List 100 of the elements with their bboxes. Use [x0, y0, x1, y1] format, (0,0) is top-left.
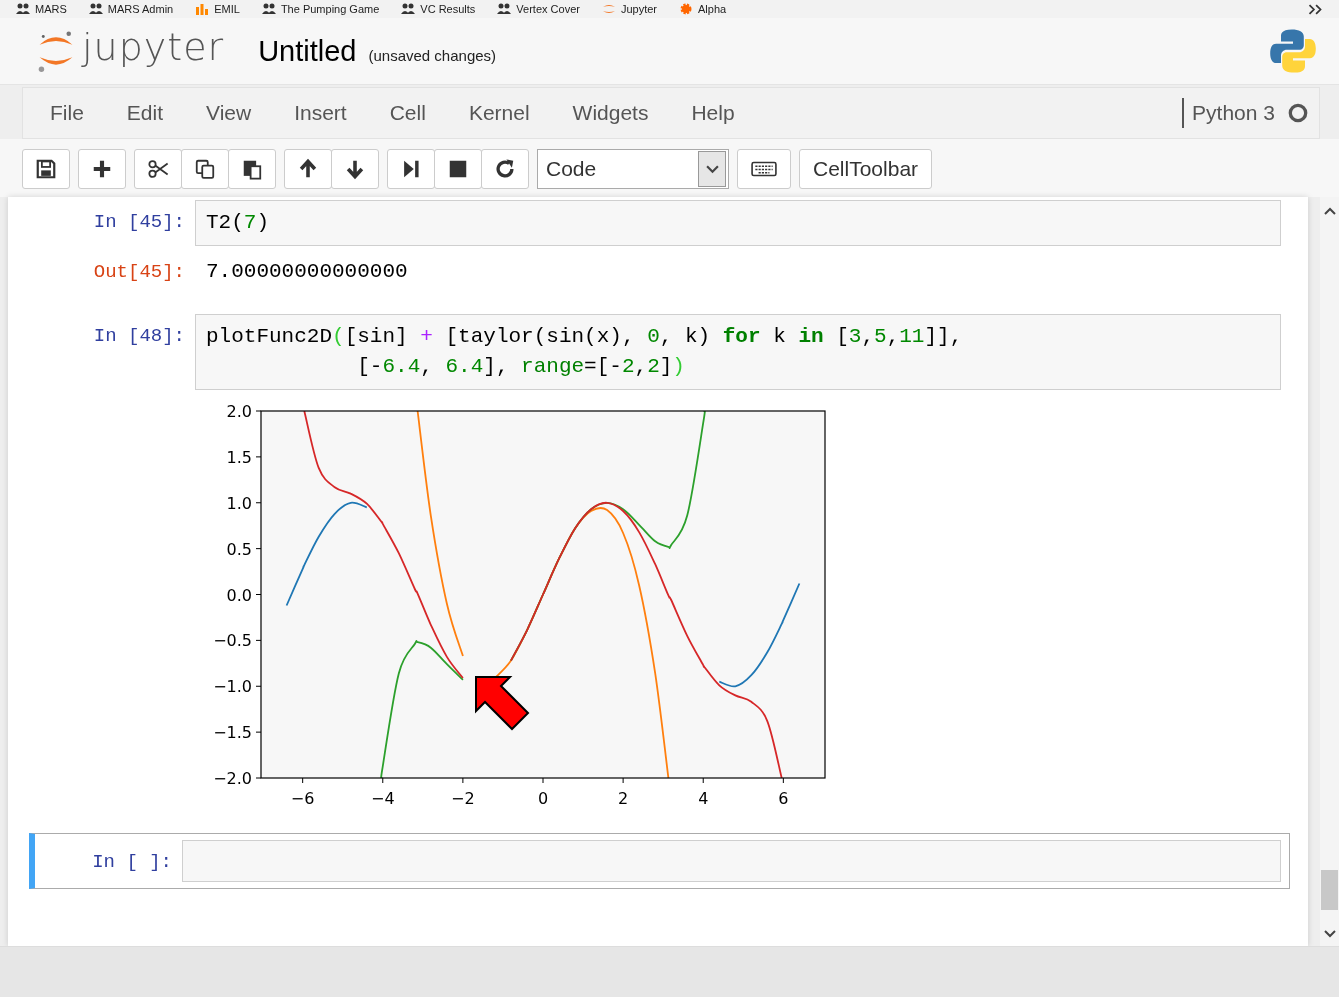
save-status: (unsaved changes) — [368, 46, 497, 64]
tick-label: 0.0 — [226, 585, 252, 605]
bookmark-link[interactable]: VC Results — [401, 3, 476, 15]
tick-mark — [622, 777, 624, 784]
caret-icon — [705, 164, 719, 174]
scissors-icon — [147, 158, 169, 180]
code-cell[interactable]: In [48]: plotFunc2D([sin] + [taylor(sin(x), 0, k) for k in [3,5,11]], [-6.4, 6.4], range=[-2,2]) 2.0 1.5 1.0 0.5 0.0 −0.5 −1.0 −1.5 −2.0 −6 −4 −2 0 2 4 6 — [34, 313, 1290, 815]
output-prompt: Out[45]: — [92, 260, 186, 285]
tick-label: 6 — [778, 789, 789, 808]
menu-item[interactable]: Help — [691, 101, 735, 125]
kernel-status-icon — [1287, 102, 1309, 124]
tick-label: −2 — [451, 789, 475, 808]
tick-mark — [462, 777, 464, 784]
tick-label: 2 — [618, 789, 629, 808]
cell-prompt: In [48]: — [92, 324, 186, 349]
tick-mark — [255, 594, 262, 595]
code-line: T2(7) — [206, 210, 271, 236]
output-text: 7.00000000000000 — [205, 259, 409, 285]
code-cell[interactable]: In [45]: T2(7) Out[45]: 7.00000000000000 — [34, 199, 1290, 295]
people-icon — [401, 3, 416, 15]
restart-button[interactable] — [481, 149, 529, 189]
tick-mark — [255, 410, 262, 412]
code-input[interactable]: T2(7) — [195, 200, 1281, 246]
cut-button[interactable] — [134, 149, 182, 189]
tick-label: 2.0 — [226, 402, 252, 421]
logo-icon — [1269, 27, 1317, 75]
menu-item[interactable]: Widgets — [572, 101, 649, 125]
cursor-icon — [474, 675, 532, 731]
menu-item[interactable]: File — [50, 101, 84, 125]
stop-button[interactable] — [434, 149, 482, 189]
tick-label: 1.5 — [226, 447, 252, 467]
celltoolbar-button[interactable]: CellToolbar — [799, 149, 933, 189]
bookmark-link[interactable]: MARS — [16, 3, 67, 15]
bookmark-link[interactable]: MARS Admin — [88, 3, 174, 15]
tick-mark — [382, 777, 384, 784]
tick-mark — [255, 731, 262, 733]
logo-text: jupyter — [82, 25, 225, 69]
tick-mark — [255, 685, 262, 687]
menu-item[interactable]: Kernel — [468, 101, 530, 125]
tick-mark — [302, 777, 304, 784]
keyboard-button[interactable] — [737, 149, 791, 189]
paste-button[interactable] — [228, 149, 276, 189]
kernel-name: Python 3 — [1182, 98, 1275, 128]
tick-label: −4 — [371, 789, 395, 808]
menu-item[interactable]: View — [206, 101, 252, 125]
arrow-down-icon — [344, 158, 366, 180]
scrollbar-thumb[interactable] — [1321, 870, 1338, 910]
cell-prompt: In [ ]: — [91, 850, 173, 875]
more-icon[interactable] — [1307, 3, 1323, 15]
move-up-button[interactable] — [284, 149, 332, 189]
code-input[interactable] — [182, 840, 1281, 882]
cell-prompt: In [45]: — [92, 210, 186, 235]
code-line: [-6.4, 6.4], range=[-2,2]) — [356, 354, 686, 380]
notebook-title[interactable]: Untitled — [258, 34, 357, 68]
selected-cell[interactable]: In [ ]: — [29, 833, 1290, 889]
tick-label: −2.0 — [213, 769, 252, 788]
bookmark-link[interactable]: Jupyter — [601, 3, 658, 15]
people-icon — [497, 3, 512, 15]
arrow-up-icon — [297, 158, 319, 180]
bar-chart-icon — [195, 3, 210, 15]
bookmark-link[interactable]: The Pumping Game — [261, 3, 380, 15]
tick-label: 4 — [698, 789, 709, 808]
menu-item[interactable]: Cell — [389, 101, 426, 125]
tick-label: −0.5 — [213, 631, 252, 651]
tick-mark — [255, 777, 262, 779]
save-button[interactable] — [22, 149, 70, 189]
tick-mark — [542, 777, 544, 784]
scroll-down-icon[interactable] — [1323, 930, 1336, 938]
copy-icon — [194, 158, 216, 180]
code-line: plotFunc2D([sin] + [taylor(sin(x), 0, k) for k in [3,5,11]], — [206, 324, 964, 350]
bookmark-link[interactable]: Vertex Cover — [497, 3, 580, 15]
add-cell-button[interactable] — [78, 149, 126, 189]
gear-icon — [679, 3, 694, 15]
tick-mark — [255, 548, 262, 550]
people-icon — [261, 3, 276, 15]
copy-button[interactable] — [181, 149, 229, 189]
bookmark-link[interactable]: EMIL — [195, 3, 240, 15]
bookmark-link[interactable]: Alpha — [679, 3, 727, 15]
paste-icon — [241, 158, 263, 180]
menu-item[interactable]: Edit — [126, 101, 164, 125]
tick-label: 0.5 — [226, 539, 252, 559]
stop-icon — [447, 158, 469, 180]
run-button[interactable] — [387, 149, 435, 189]
tick-mark — [782, 777, 784, 784]
code-input[interactable]: plotFunc2D([sin] + [taylor(sin(x), 0, k) for k in [3,5,11]], [-6.4, 6.4], range=[-2,2]) — [195, 314, 1281, 390]
people-icon — [88, 3, 103, 15]
keyboard-icon — [751, 161, 777, 177]
move-down-button[interactable] — [331, 149, 379, 189]
tick-mark — [255, 639, 262, 641]
tick-label: −1.0 — [213, 677, 252, 697]
plus-icon — [91, 158, 113, 180]
cell-type-select[interactable]: Code — [537, 149, 729, 189]
tick-label: 0 — [537, 789, 549, 808]
tick-mark — [255, 502, 262, 504]
scrollbar[interactable] — [1320, 197, 1339, 946]
restart-icon — [494, 158, 516, 180]
tick-label: −6 — [290, 789, 315, 808]
menu-item[interactable]: Insert — [294, 101, 347, 125]
scroll-up-icon[interactable] — [1323, 207, 1336, 215]
orbit-icon — [601, 3, 616, 15]
